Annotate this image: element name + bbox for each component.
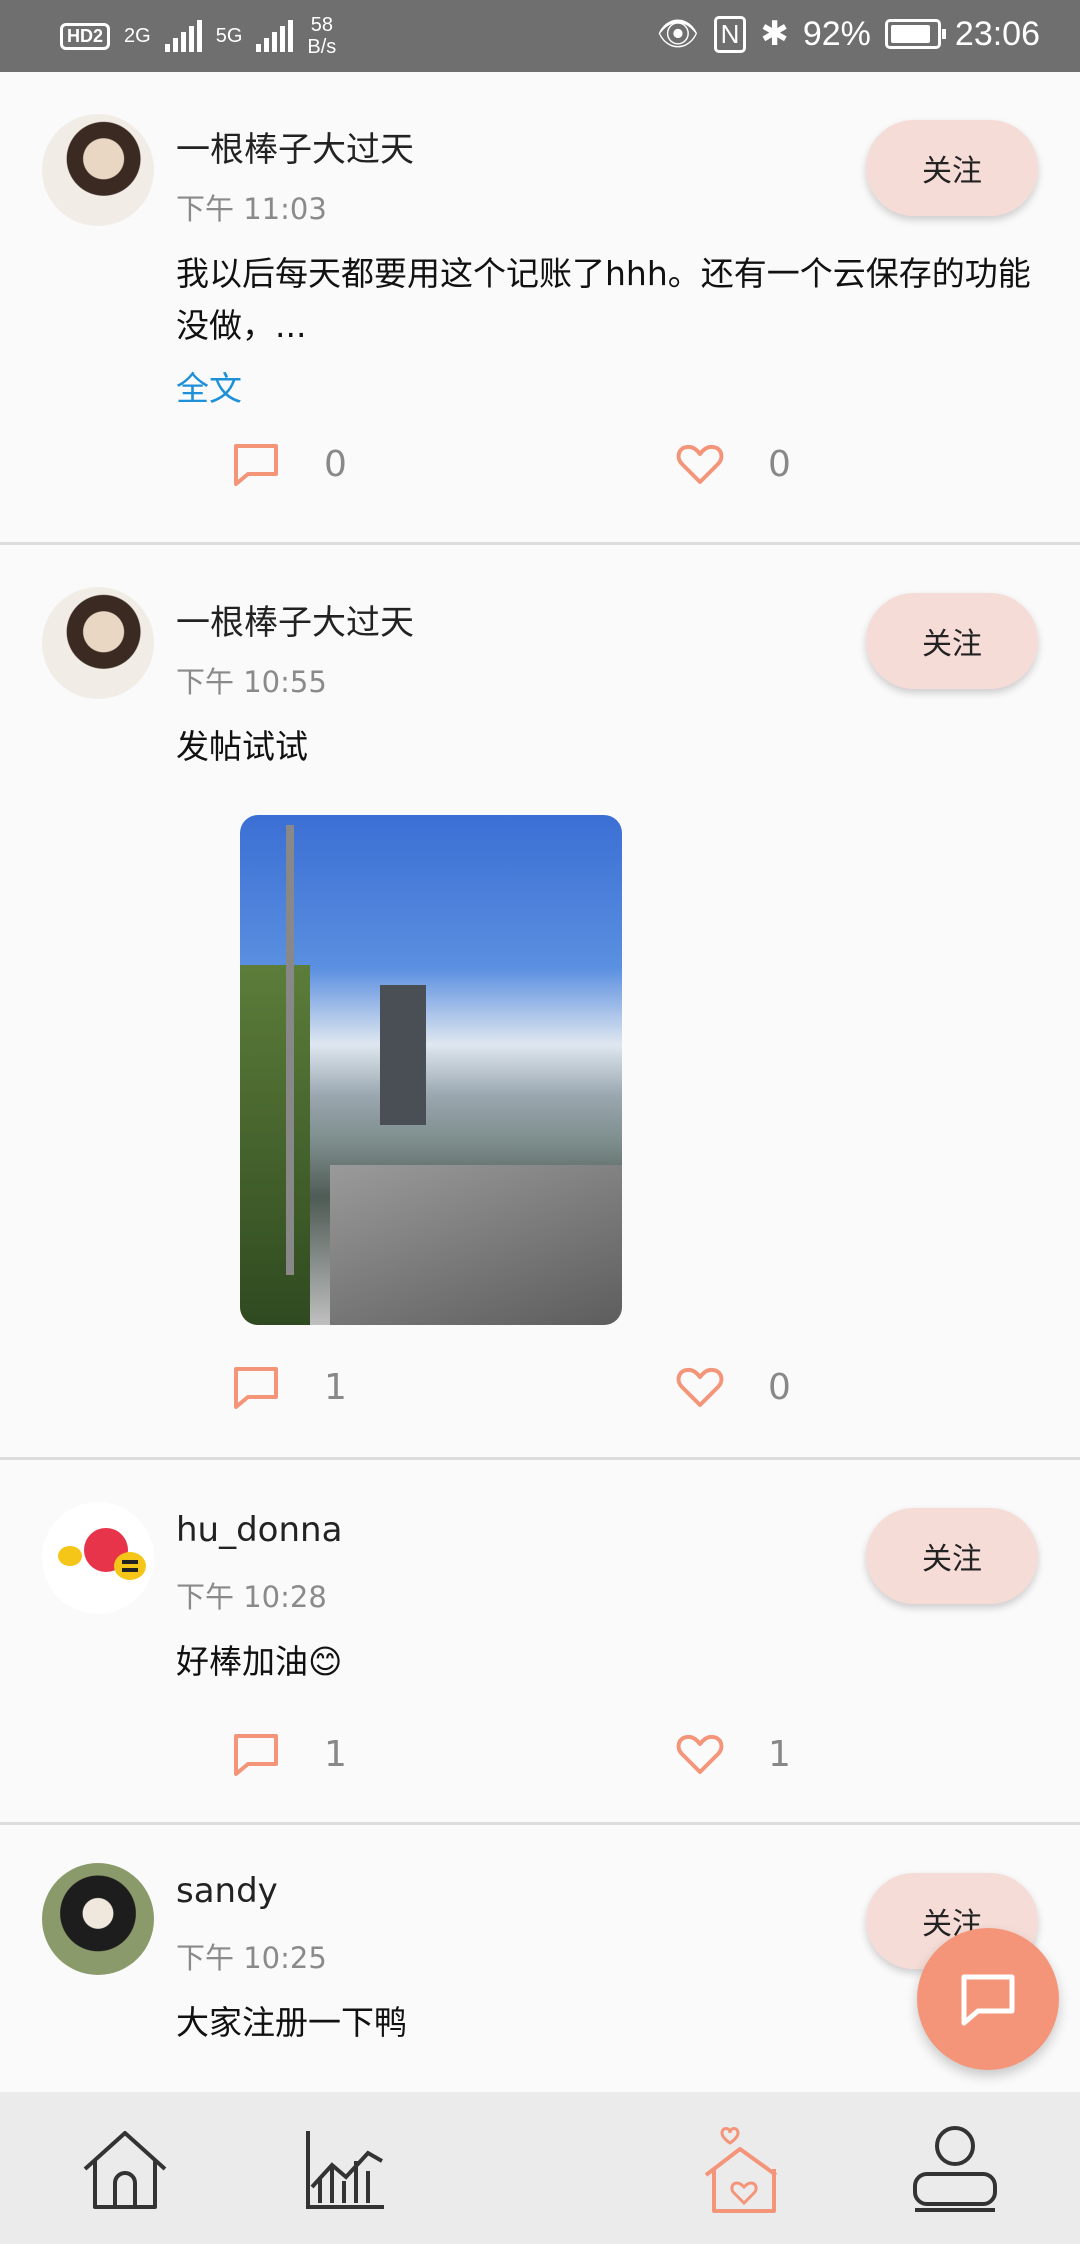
post-author[interactable]: hu_donna [176,1510,342,1550]
follow-button[interactable]: 关注 [866,593,1038,689]
chat-icon [961,1974,1015,2026]
post-text: 我以后每天都要用这个记账了hhh。还有一个云保存的功能没做，... [176,254,1031,345]
clock: 23:06 [954,14,1040,53]
status-bar: HD2 2G 5G 58 B/s 👁 N ✱ 92% 23:06 [0,0,1080,72]
chart-icon [306,2131,384,2209]
battery-percent: 92% [802,14,871,53]
follow-button[interactable]: 关注 [866,1508,1038,1604]
bluetooth-icon: ✱ [760,15,789,53]
post-text: 大家注册一下鸭 [176,2003,407,2042]
post-time: 下午 10:55 [176,665,327,699]
post-text: 发帖试试 [176,727,308,766]
read-more-link[interactable]: 全文 [176,362,242,410]
heart-icon [676,444,724,484]
like-action[interactable]: 0 [676,1365,791,1409]
nav-community[interactable] [690,2120,800,2220]
profile-icon [913,2126,997,2212]
post-author[interactable]: sandy [176,1871,278,1911]
eye-icon: 👁 [656,15,700,53]
heart-icon [676,1367,724,1407]
avatar[interactable] [42,1863,154,1975]
nav-home[interactable] [70,2120,180,2220]
post-card[interactable]: 一根棒子大过天 下午 10:55 关注 发帖试试 1 0 [0,545,1080,1460]
post-card[interactable]: hu_donna 下午 10:28 关注 好棒加油😊 1 1 [0,1460,1080,1825]
post-image[interactable] [240,815,622,1325]
net-speed: 58 B/s [307,14,337,58]
community-icon [704,2127,778,2213]
nfc-icon: N [713,15,747,53]
post-time: 下午 10:25 [176,1941,327,1975]
post-author[interactable]: 一根棒子大过天 [176,595,414,644]
battery-icon [884,19,946,49]
like-count: 1 [768,1733,791,1775]
home-icon [83,2131,167,2209]
bee-avatar-icon [58,1528,146,1580]
comment-count: 0 [324,443,347,485]
post-time: 下午 10:28 [176,1580,327,1614]
post-author[interactable]: 一根棒子大过天 [176,122,414,171]
follow-button[interactable]: 关注 [866,120,1038,216]
signal-icon-2 [256,20,294,52]
comment-action[interactable]: 1 [232,1732,347,1776]
comment-action[interactable]: 1 [232,1365,347,1409]
post-text: 好棒加油😊 [176,1642,343,1681]
comment-count: 1 [324,1733,347,1775]
network-5g: 5G [215,24,243,47]
heart-icon [676,1734,724,1774]
like-action[interactable]: 1 [676,1732,791,1776]
comment-action[interactable]: 0 [232,442,347,486]
comment-count: 1 [324,1366,347,1408]
bottom-nav [0,2092,1080,2244]
avatar[interactable] [42,587,154,699]
avatar[interactable] [42,114,154,226]
like-count: 0 [768,1366,791,1408]
like-action[interactable]: 0 [676,442,791,486]
hd-badge: HD2 [60,22,111,50]
nav-stats[interactable] [290,2120,400,2220]
comment-icon [234,444,278,486]
post-time: 下午 11:03 [176,192,327,226]
nav-profile[interactable] [900,2120,1010,2220]
signal-icon [164,20,202,52]
post-card[interactable]: sandy 下午 10:25 关注 大家注册一下鸭 [0,1825,1080,2092]
message-fab[interactable] [917,1928,1059,2070]
network-2g: 2G [124,24,151,47]
comment-icon [234,1367,278,1409]
post-card[interactable]: 一根棒子大过天 下午 11:03 关注 我以后每天都要用这个记账了hhh。还有一… [0,72,1080,545]
like-count: 0 [768,443,791,485]
avatar[interactable] [42,1502,154,1614]
comment-icon [234,1734,278,1776]
